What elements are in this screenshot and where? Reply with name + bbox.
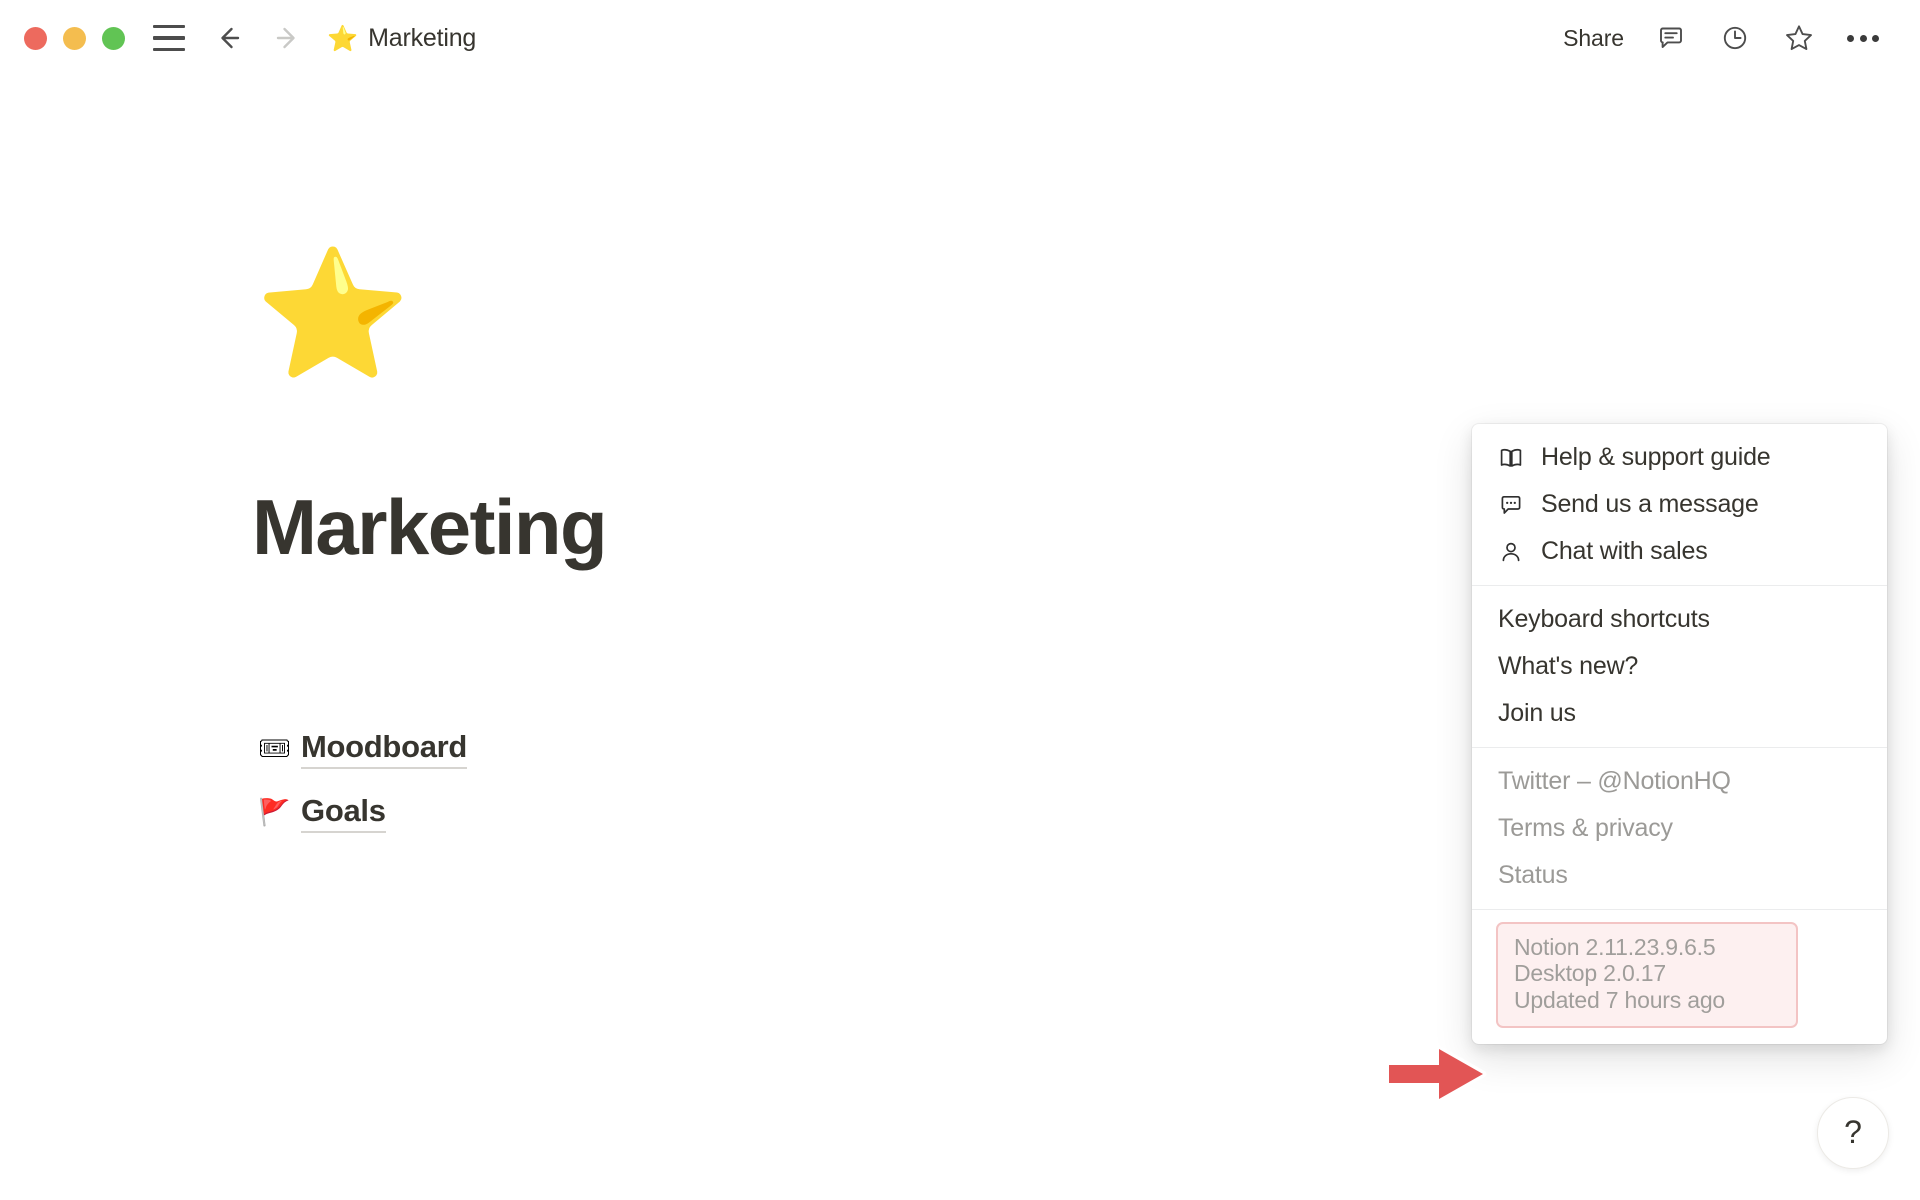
menu-item-label: Status (1498, 861, 1568, 889)
version-info-highlight: Notion 2.11.23.9.6.5 Desktop 2.0.17 Upda… (1496, 922, 1798, 1029)
menu-item-label: Twitter – @NotionHQ (1498, 767, 1731, 795)
menu-item-send-us-a-message[interactable]: Send us a message (1472, 481, 1887, 528)
menu-group-links: Twitter – @NotionHQ Terms & privacy Stat… (1472, 748, 1887, 909)
person-icon (1498, 539, 1524, 565)
sidebar-toggle-icon[interactable] (153, 25, 185, 51)
comment-icon[interactable] (1654, 21, 1688, 55)
menu-item-label: Send us a message (1541, 490, 1759, 518)
back-arrow-icon[interactable] (211, 21, 245, 55)
breadcrumb[interactable]: ⭐ Marketing (327, 24, 476, 53)
menu-item-label: Join us (1498, 699, 1576, 727)
maximize-window-button[interactable] (102, 26, 125, 50)
menu-group-support: Help & support guide Send us a message C… (1472, 424, 1887, 585)
menu-item-keyboard-shortcuts[interactable]: Keyboard shortcuts (1472, 596, 1887, 643)
question-mark-icon: ? (1844, 1114, 1862, 1150)
menu-item-twitter[interactable]: Twitter – @NotionHQ (1472, 758, 1887, 805)
menu-item-label: Chat with sales (1541, 537, 1708, 565)
menu-group-actions: Keyboard shortcuts What's new? Join us (1472, 586, 1887, 747)
list-item[interactable]: 🎟 Moodboard (258, 729, 467, 769)
menu-item-join-us[interactable]: Join us (1472, 690, 1887, 737)
more-options-icon[interactable] (1846, 21, 1880, 55)
menu-item-status[interactable]: Status (1472, 852, 1887, 899)
flag-icon: 🚩 (258, 798, 291, 828)
breadcrumb-star-icon: ⭐ (327, 23, 359, 53)
titlebar: ⭐ Marketing Share (0, 0, 1920, 76)
app-version-text: Notion 2.11.23.9.6.5 (1514, 934, 1716, 960)
last-updated-text: Updated 7 hours ago (1514, 986, 1726, 1013)
page-star-icon[interactable]: ⭐ (255, 252, 411, 377)
menu-item-chat-with-sales[interactable]: Chat with sales (1472, 528, 1887, 575)
page-content: ⭐ Marketing 🎟 Moodboard 🚩 Goals Help & s… (0, 76, 1920, 1200)
page-link-label: Goals (301, 793, 386, 833)
breadcrumb-title: Marketing (368, 23, 477, 52)
desktop-version-text: Desktop 2.0.17 (1514, 960, 1666, 987)
chat-bubble-icon (1498, 492, 1524, 518)
help-button[interactable]: ? (1817, 1097, 1889, 1169)
list-item[interactable]: 🚩 Goals (258, 793, 386, 833)
menu-item-terms-privacy[interactable]: Terms & privacy (1472, 805, 1887, 852)
page-title[interactable]: Marketing (252, 488, 608, 566)
close-window-button[interactable] (24, 26, 47, 50)
menu-item-help-support-guide[interactable]: Help & support guide (1472, 434, 1887, 481)
ticket-icon: 🎟 (258, 734, 292, 764)
app-window: ⭐ Marketing Share ⭐ Marketing 🎟 Moodboar… (0, 0, 1920, 1200)
menu-item-label: Terms & privacy (1498, 814, 1673, 842)
titlebar-actions: Share (1563, 21, 1880, 55)
forward-arrow-icon[interactable] (271, 21, 305, 55)
page-link-label: Moodboard (301, 729, 467, 769)
history-clock-icon[interactable] (1718, 21, 1752, 55)
share-button[interactable]: Share (1563, 25, 1624, 52)
menu-item-label: Help & support guide (1541, 443, 1771, 471)
favorite-star-icon[interactable] (1782, 21, 1816, 55)
menu-group-version: Notion 2.11.23.9.6.5 Desktop 2.0.17 Upda… (1472, 910, 1887, 1044)
window-controls (24, 26, 125, 50)
minimize-window-button[interactable] (63, 26, 86, 50)
menu-item-label: Keyboard shortcuts (1498, 605, 1710, 633)
book-icon (1498, 445, 1524, 471)
menu-item-whats-new[interactable]: What's new? (1472, 643, 1887, 690)
menu-item-label: What's new? (1498, 652, 1639, 680)
help-dropdown-menu: Help & support guide Send us a message C… (1472, 424, 1887, 1045)
right-pointing-arrow-icon (1385, 1041, 1487, 1107)
